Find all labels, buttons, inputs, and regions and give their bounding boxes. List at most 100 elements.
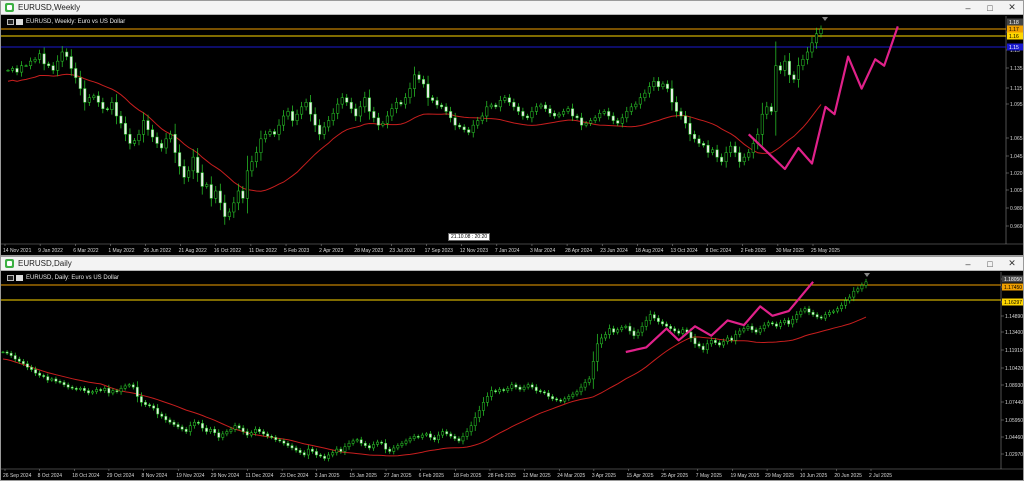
candle-body — [151, 129, 155, 138]
maximize-button[interactable]: □ — [979, 257, 1001, 270]
crosshair-time-label: 21.10.08 : 20:20 — [448, 233, 491, 241]
candle-body — [832, 310, 835, 313]
weekly-chart-window[interactable]: EURUSD,Weekly – □ ✕ EURUSD, Weekly: Euro… — [0, 0, 1024, 256]
candle-body — [729, 145, 733, 153]
candle-body — [250, 161, 254, 172]
candle-body — [336, 103, 340, 114]
candle-body — [507, 97, 511, 103]
minimize-button[interactable]: – — [957, 1, 979, 14]
candle-body — [778, 65, 782, 71]
price-tag-label: 1.15 — [1009, 45, 1019, 51]
weekly-window-titlebar[interactable]: EURUSD,Weekly – □ ✕ — [1, 1, 1023, 15]
candle-body — [92, 95, 96, 98]
candle-body — [254, 428, 257, 433]
weekly-chart-area[interactable]: EURUSD, Weekly: Euro vs US Dollar 1.181.… — [1, 16, 1023, 255]
close-button[interactable]: ✕ — [1001, 257, 1023, 270]
candle-body — [489, 104, 493, 108]
candle-body — [110, 102, 114, 110]
candle-body — [580, 117, 584, 126]
candle-body — [91, 391, 94, 394]
daily-chart-window[interactable]: EURUSD,Daily – □ ✕ EURUSD, Daily: Euro v… — [0, 256, 1024, 481]
candle-body — [26, 363, 29, 368]
candle-body — [200, 172, 204, 187]
daily-price-chart[interactable]: 1.18050 1.17450 1.16297 1.14890 1.13400 1.119… — [1, 272, 1023, 480]
candle-body — [840, 304, 843, 310]
time-tick-label: 8 Oct 2024 — [38, 473, 63, 479]
candle-body — [345, 97, 349, 103]
time-tick-label: 3 Mar 2024 — [530, 248, 556, 254]
candle-body — [111, 390, 115, 394]
maximize-button[interactable]: □ — [979, 1, 1001, 14]
candle-body — [805, 51, 809, 60]
candle-body — [298, 450, 302, 453]
candle-body — [579, 386, 583, 393]
candle-body — [715, 149, 719, 158]
candle-body — [78, 388, 82, 390]
candle-body — [435, 100, 439, 106]
candle-body — [795, 314, 799, 320]
candle-body — [34, 369, 37, 374]
candle-body — [323, 455, 326, 459]
candle-body — [652, 81, 656, 87]
candle-body — [339, 448, 343, 452]
daily-window-titlebar[interactable]: EURUSD,Daily – □ ✕ — [1, 257, 1023, 271]
candle-body — [107, 388, 111, 394]
weekly-chart-header: EURUSD, Weekly: Euro vs US Dollar — [7, 19, 125, 25]
candle-body — [408, 438, 412, 442]
candle-body — [440, 104, 444, 108]
candle-body — [632, 330, 636, 336]
candle-body — [50, 378, 54, 381]
time-tick-label: 2 Feb 2025 — [741, 248, 767, 254]
candle-body — [70, 386, 74, 389]
candle-body — [5, 351, 9, 354]
candle-body — [42, 53, 46, 65]
candle-body — [458, 124, 462, 128]
trade-icon — [16, 19, 23, 25]
price-tick-label: 1.10420 — [1005, 366, 1023, 372]
candle-body — [754, 329, 758, 333]
candle-body — [302, 452, 306, 456]
candle-body — [647, 86, 651, 94]
time-tick-label: 27 Jan 2025 — [384, 473, 412, 479]
candle-body — [148, 404, 151, 407]
chart-window-icon — [5, 259, 14, 268]
candle-body — [191, 156, 195, 172]
candle-body — [429, 433, 432, 438]
candle-body — [608, 328, 611, 335]
candle-body — [164, 416, 168, 421]
time-tick-label: 29 Oct 2024 — [107, 473, 134, 479]
candle-body — [205, 427, 208, 432]
price-tick-label: 1.045 — [1010, 154, 1023, 160]
candle-body — [441, 431, 445, 436]
candle-body — [769, 106, 773, 112]
candle-body — [96, 95, 100, 103]
close-button[interactable]: ✕ — [1001, 1, 1023, 14]
candle-body — [209, 428, 212, 432]
candle-body — [697, 138, 701, 144]
candle-body — [169, 134, 173, 140]
price-tick-label: 0.980 — [1010, 206, 1023, 212]
candle-body — [327, 454, 331, 459]
time-tick-label: 9 Jan 2022 — [38, 248, 63, 254]
candle-body — [571, 108, 575, 117]
daily-chart-area[interactable]: EURUSD, Daily: Euro vs US Dollar 1.18050… — [1, 272, 1023, 480]
candle-body — [15, 68, 19, 73]
candle-body — [557, 113, 561, 117]
candle-body — [58, 381, 62, 383]
candle-body — [600, 337, 603, 345]
candle-body — [127, 384, 131, 387]
candle-body — [403, 97, 407, 105]
candle-body — [571, 393, 575, 397]
time-tick-label: 26 Sep 2024 — [3, 473, 32, 479]
candle-body — [309, 102, 313, 115]
candle-body — [526, 384, 530, 388]
price-tick-label: 1.115 — [1010, 86, 1022, 92]
candle-body — [860, 285, 864, 290]
time-tick-label: 14 Nov 2021 — [3, 248, 32, 254]
candle-body — [636, 331, 640, 336]
candle-body — [214, 190, 218, 199]
minimize-button[interactable]: – — [957, 257, 979, 270]
weekly-price-chart[interactable]: 1.18 1.15 1.135 1.115 1.095 1.065 1.045 1.020 1.… — [1, 16, 1023, 255]
candle-body — [390, 108, 394, 117]
candle-body — [811, 312, 815, 315]
